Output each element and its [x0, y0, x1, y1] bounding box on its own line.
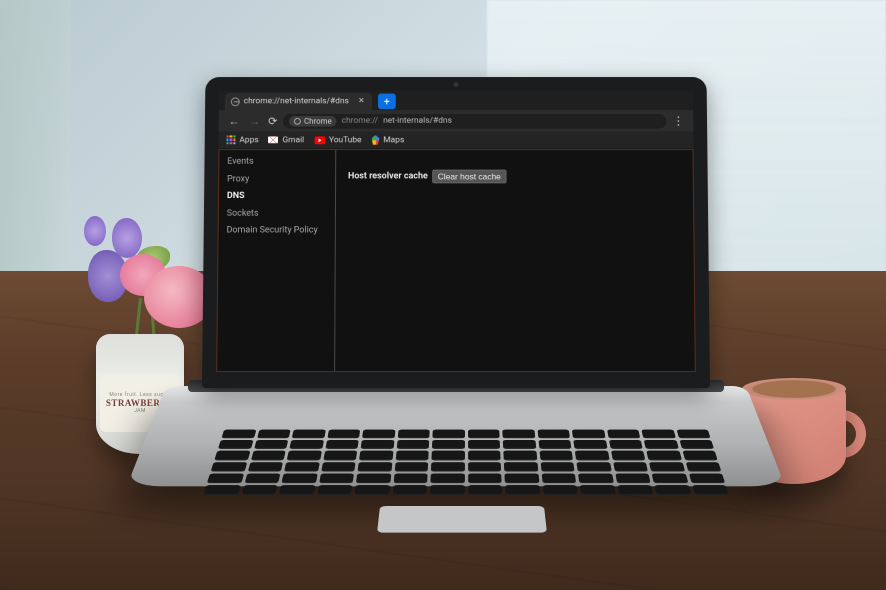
screen: chrome://net-internals/#dns × + ← → ⟳ Ch… [216, 91, 696, 372]
sidebar-item-domain-security-policy[interactable]: Domain Security Policy [219, 223, 335, 240]
bookmark-label: Maps [383, 135, 404, 145]
net-internals-page: Events Proxy DNS Sockets Domain Security… [216, 149, 696, 372]
menu-button[interactable]: ⋮ [672, 114, 685, 128]
chrome-chip: Chrome [289, 115, 337, 126]
bookmark-label: Apps [239, 135, 258, 145]
bookmark-youtube[interactable]: YouTube [314, 135, 362, 145]
keyboard [189, 424, 743, 498]
close-icon[interactable]: × [359, 96, 364, 106]
sidebar-item-proxy[interactable]: Proxy [219, 171, 335, 188]
host-resolver-cache-label: Host resolver cache [348, 172, 428, 182]
trackpad [377, 506, 547, 533]
sidebar-item-events[interactable]: Events [219, 154, 335, 171]
forward-button[interactable]: → [247, 114, 262, 127]
address-bar: ← → ⟳ Chrome chrome:// net-internals/#dns… [219, 110, 694, 131]
bookmark-maps[interactable]: Maps [371, 135, 404, 145]
apps-icon [226, 135, 235, 144]
webcam [454, 82, 459, 87]
sidebar: Events Proxy DNS Sockets Domain Security… [217, 150, 336, 371]
omnibox[interactable]: Chrome chrome:// net-internals/#dns [283, 114, 666, 129]
chip-label: Chrome [304, 116, 332, 125]
bookmark-label: YouTube [329, 135, 362, 145]
reload-button[interactable]: ⟳ [268, 114, 277, 127]
sidebar-item-dns[interactable]: DNS [219, 188, 335, 205]
laptop: chrome://net-internals/#dns × + ← → ⟳ Ch… [176, 64, 736, 544]
gmail-icon [269, 136, 279, 143]
url-scheme: chrome:// [342, 116, 379, 126]
tab-title: chrome://net-internals/#dns [244, 96, 349, 106]
bookmark-apps[interactable]: Apps [226, 135, 258, 145]
back-button[interactable]: ← [227, 114, 242, 127]
sidebar-item-sockets[interactable]: Sockets [219, 205, 335, 222]
globe-icon [231, 97, 240, 106]
laptop-lid: chrome://net-internals/#dns × + ← → ⟳ Ch… [202, 77, 710, 388]
bookmark-label: Gmail [282, 135, 304, 145]
new-tab-button[interactable]: + [378, 94, 396, 110]
browser-tab[interactable]: chrome://net-internals/#dns × [225, 93, 372, 111]
clear-host-cache-button[interactable]: Clear host cache [432, 170, 507, 184]
chrome-icon [294, 117, 301, 124]
bookmarks-bar: Apps Gmail YouTube Maps [219, 132, 694, 150]
bookmark-gmail[interactable]: Gmail [268, 135, 304, 145]
browser-titlebar: chrome://net-internals/#dns × + [219, 91, 693, 110]
maps-icon [371, 135, 379, 145]
main-panel: Host resolver cache Clear host cache [335, 150, 695, 371]
url-path: net-internals/#dns [383, 116, 452, 126]
jar-sub: JAM [134, 408, 146, 414]
youtube-icon [314, 136, 325, 144]
